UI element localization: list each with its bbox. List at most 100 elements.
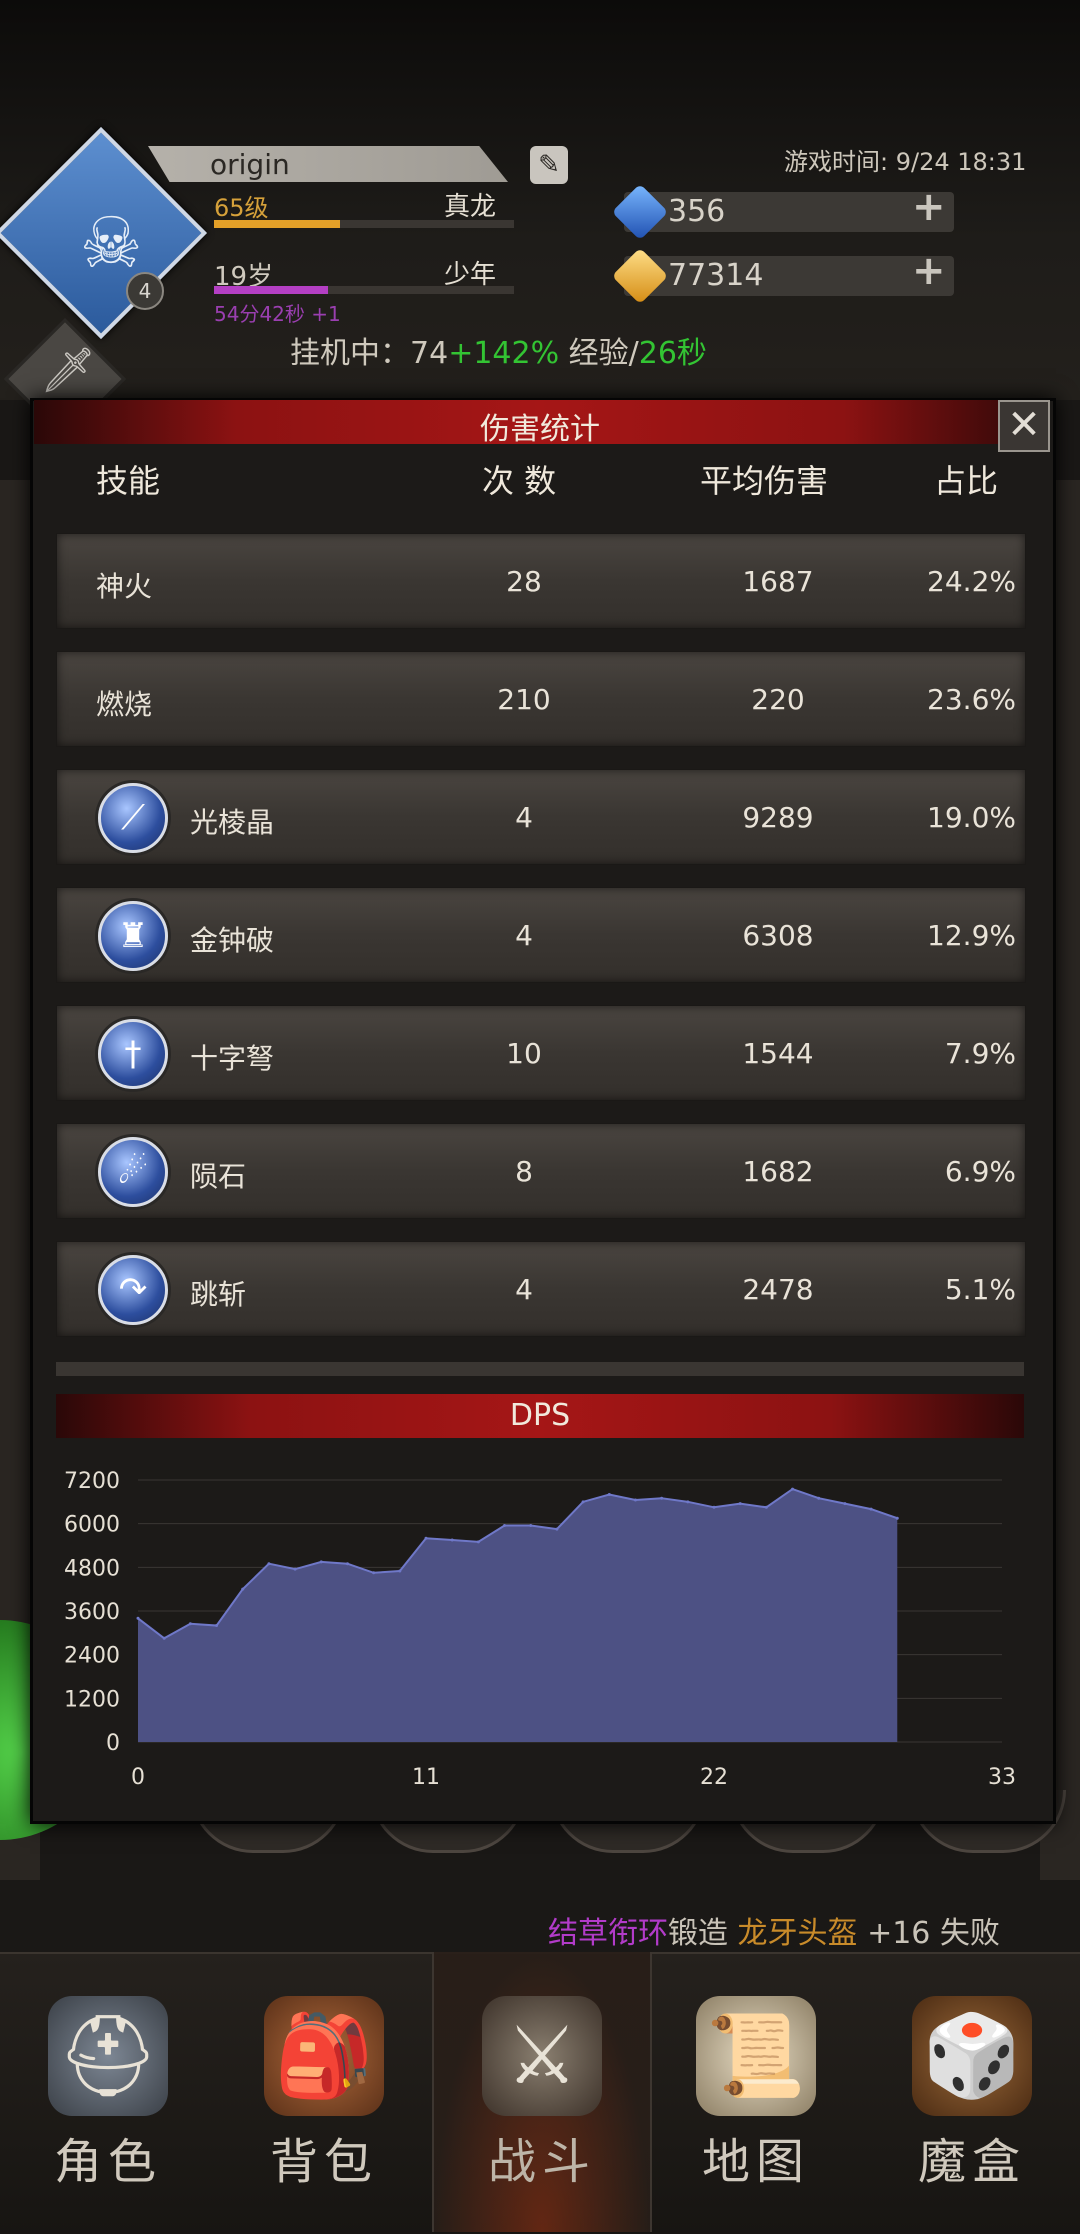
leap-slash-icon: ↷ xyxy=(98,1255,168,1325)
helmet-icon: ⛑ xyxy=(48,1996,168,2116)
dps-point xyxy=(188,1622,192,1626)
dps-point xyxy=(660,1496,664,1500)
close-button[interactable]: ✕ xyxy=(998,400,1050,452)
ticker-action: 锻造 xyxy=(668,1916,738,1951)
avg-damage: 220 xyxy=(751,683,805,716)
dps-point xyxy=(241,1587,245,1591)
add-gems-button[interactable]: + xyxy=(912,184,946,230)
x-tick-label: 22 xyxy=(700,1765,728,1790)
hit-count: 4 xyxy=(515,1273,533,1306)
hit-count: 10 xyxy=(506,1037,542,1070)
dps-point xyxy=(633,1498,637,1502)
dps-point xyxy=(581,1500,585,1504)
skill-name: 陨石 xyxy=(190,1160,247,1193)
skill-name: 燃烧 xyxy=(96,688,153,721)
damage-ratio: 7.9% xyxy=(944,1037,1016,1070)
dps-point xyxy=(895,1516,899,1520)
dps-point xyxy=(843,1502,847,1506)
hit-count: 210 xyxy=(497,683,551,716)
avg-damage: 1687 xyxy=(742,565,814,598)
column-skill: 技能 xyxy=(96,462,161,500)
damage-ratio: 12.9% xyxy=(927,919,1016,952)
nav-label: 角色 xyxy=(53,2134,162,2190)
edit-name-icon[interactable]: ✎ xyxy=(530,146,568,184)
hit-count: 4 xyxy=(515,919,533,952)
prism-beam-icon: ⟋ xyxy=(98,783,168,853)
dps-point xyxy=(764,1505,768,1509)
nav-label: 地图 xyxy=(701,2134,810,2190)
damage-ratio: 23.6% xyxy=(927,683,1016,716)
nav-character[interactable]: ⛑ 角色 xyxy=(0,1952,216,2232)
dps-title: DPS xyxy=(509,1398,571,1433)
nav-magic-box[interactable]: 🎲 魔盒 xyxy=(864,1952,1080,2232)
hit-count: 28 xyxy=(506,565,542,598)
rank-title: 真龙 xyxy=(444,192,497,222)
add-gold-button[interactable]: + xyxy=(912,248,946,294)
column-avg-damage: 平均伤害 xyxy=(700,462,829,500)
damage-ratio: 19.0% xyxy=(927,801,1016,834)
skill-name: 十字弩 xyxy=(190,1042,275,1075)
avg-damage: 6308 xyxy=(742,919,814,952)
nav-battle[interactable]: ⚔ 战斗 xyxy=(432,1952,652,2232)
dps-point xyxy=(215,1624,219,1628)
avg-damage: 2478 xyxy=(742,1273,814,1306)
dps-point xyxy=(476,1540,480,1544)
y-tick-label: 1200 xyxy=(64,1687,120,1712)
nav-backpack[interactable]: 🎒 背包 xyxy=(216,1952,432,2232)
dps-point xyxy=(345,1562,349,1566)
gold-count: 77314 xyxy=(668,258,764,293)
x-tick-label: 11 xyxy=(412,1765,440,1790)
idle-seconds: 26秒 xyxy=(638,336,707,371)
column-ratio: 占比 xyxy=(934,462,999,500)
idle-bonus: +142% xyxy=(448,336,560,371)
x-tick-label: 0 xyxy=(131,1765,145,1790)
avg-damage: 1544 xyxy=(742,1037,814,1070)
xp-bar-fill xyxy=(214,220,340,228)
nav-map[interactable]: 📜 地图 xyxy=(648,1952,864,2232)
skill-name: 跳斩 xyxy=(190,1278,247,1311)
x-tick-label: 33 xyxy=(988,1765,1016,1790)
dps-point xyxy=(293,1567,297,1571)
dps-point xyxy=(424,1536,428,1540)
dps-point xyxy=(267,1562,271,1566)
age-bar-fill xyxy=(214,286,328,294)
age-timer: 54分42秒 +1 xyxy=(214,302,341,326)
modal-title: 伤害统计 xyxy=(480,412,600,447)
backpack-icon: 🎒 xyxy=(264,1996,384,2116)
dps-area xyxy=(138,1489,898,1742)
dps-point xyxy=(503,1523,507,1527)
dps-point xyxy=(372,1571,376,1575)
skill-name: 光棱晶 xyxy=(190,806,275,839)
dps-point xyxy=(869,1507,873,1511)
damage-ratio: 6.9% xyxy=(944,1155,1016,1188)
dps-point xyxy=(398,1569,402,1573)
y-tick-label: 7200 xyxy=(64,1469,120,1494)
dps-point xyxy=(686,1500,690,1504)
dps-point xyxy=(607,1493,611,1497)
game-time: 游戏时间: 9/24 18:31 xyxy=(784,148,1027,176)
magic-box-icon: 🎲 xyxy=(912,1996,1032,2116)
emblem-level-badge: 4 xyxy=(126,272,164,310)
sword-icon: 🗡 xyxy=(40,345,96,396)
player-level: 65级 xyxy=(214,194,269,222)
dps-point xyxy=(136,1616,140,1620)
idle-status: 挂机中：74+142% 经验/26秒 xyxy=(290,328,707,372)
idle-prefix: 挂机中：74 xyxy=(290,336,449,371)
skill-name: 金钟破 xyxy=(190,924,275,957)
dps-point xyxy=(319,1560,323,1564)
meteor-icon: ☄ xyxy=(98,1137,168,1207)
column-count: 次 数 xyxy=(482,462,557,500)
gem-count: 356 xyxy=(668,194,726,229)
dps-point xyxy=(555,1527,559,1531)
y-tick-label: 2400 xyxy=(64,1644,120,1669)
table-row-partial[interactable] xyxy=(56,1362,1024,1376)
dps-point xyxy=(162,1636,166,1640)
crossbow-sword-icon: † xyxy=(98,1019,168,1089)
nav-label: 战斗 xyxy=(487,2134,596,2190)
nav-label: 魔盒 xyxy=(917,2134,1026,2190)
damage-ratio: 24.2% xyxy=(927,565,1016,598)
name-plate xyxy=(148,146,508,182)
ticker-result: +16 失败 xyxy=(857,1916,1000,1951)
player-name: origin xyxy=(210,148,290,181)
dps-point xyxy=(712,1505,716,1509)
